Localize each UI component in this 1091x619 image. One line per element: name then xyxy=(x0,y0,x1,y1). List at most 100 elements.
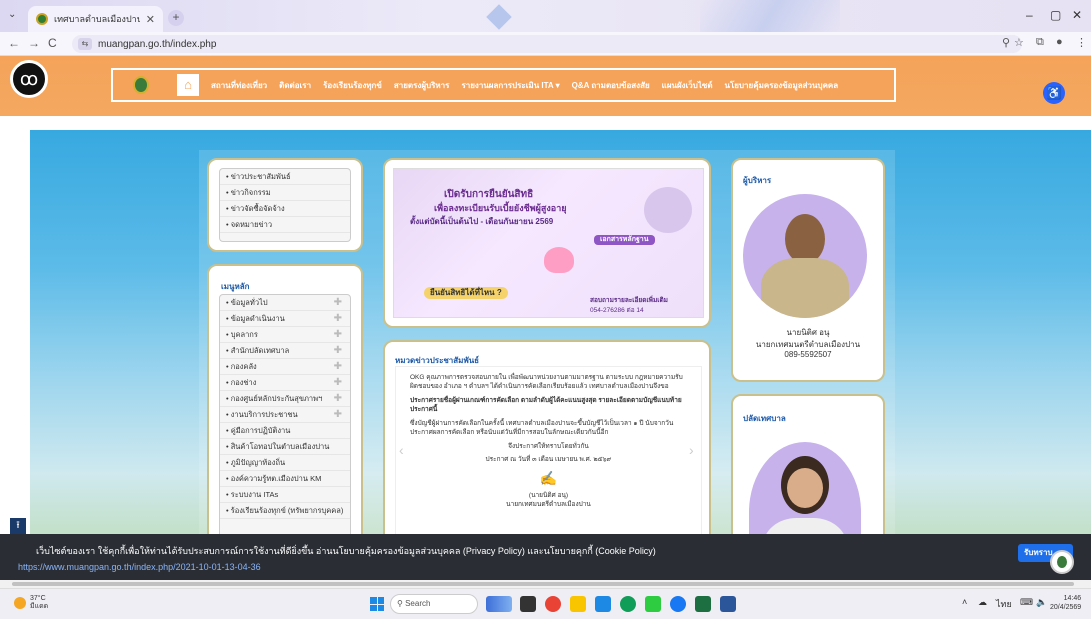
browser-tab-bar: ⌄ เทศบาลตำบลเมืองปาน จ.ลำปาง ✕ + – ▢ ✕ xyxy=(0,0,1091,32)
announcement-paragraph: OKG คุณภาพการตรวจสอบภายใน เพื่อพัฒนาหน่ว… xyxy=(410,374,683,391)
nav-link[interactable]: สถานที่ท่องเที่ยว xyxy=(211,79,267,92)
poster-subhead: เพื่อลงทะเบียนรับเบี้ยยังชีพผู้สูงอายุ xyxy=(434,203,567,213)
new-tab-button[interactable]: + xyxy=(168,10,184,26)
forward-arrow-icon[interactable]: → xyxy=(28,36,40,50)
theme-decoration xyxy=(486,4,512,30)
list-item[interactable]: • ข่าวจัดซื้อจัดจ้าง xyxy=(220,201,350,217)
list-item[interactable]: • จดหมายข่าว xyxy=(220,217,350,233)
poster-headline: เปิดรับการยืนยันสิทธิ xyxy=(444,189,534,200)
status-url: https://www.muangpan.go.th/index.php/202… xyxy=(18,562,261,572)
excel-icon[interactable] xyxy=(695,596,711,612)
menu-item[interactable]: • ระบบงาน ITAs xyxy=(220,487,350,503)
expand-plus-icon: ✚ xyxy=(333,313,342,324)
file-explorer-icon[interactable] xyxy=(570,596,586,612)
nav-link[interactable]: ร้องเรียนร้องทุกข์ xyxy=(323,79,382,92)
bookmark-star-icon[interactable]: ☆ xyxy=(1014,36,1024,49)
expand-plus-icon: ✚ xyxy=(333,409,342,420)
municipality-logo-icon[interactable] xyxy=(133,76,149,94)
scroll-up-button[interactable]: ⭱ xyxy=(10,518,26,534)
chrome-icon[interactable] xyxy=(545,596,561,612)
signer-name: (นายนิติศ อนุ) xyxy=(528,491,569,499)
menu-item[interactable]: • กองศูนย์หลักประกันสุขภาพฯ ✚ xyxy=(220,391,350,407)
windows-start-icon[interactable] xyxy=(370,597,384,611)
widget-icon[interactable] xyxy=(486,596,512,612)
announcement-paragraph: ประกาศรายชื่อผู้ผ่านเกณฑ์การคัดเลือก ตาม… xyxy=(410,396,682,414)
back-arrow-icon[interactable]: ← xyxy=(8,36,20,50)
taskbar-search[interactable]: ⚲ Search xyxy=(390,594,478,614)
facebook-icon[interactable] xyxy=(670,596,686,612)
announcement-document[interactable]: OKG คุณภาพการตรวจสอบภายใน เพื่อพัฒนาหน่ว… xyxy=(395,366,702,541)
menu-item[interactable]: • กองคลัง ✚ xyxy=(220,359,350,375)
expand-plus-icon: ✚ xyxy=(333,329,342,340)
word-icon[interactable] xyxy=(720,596,736,612)
nav-link[interactable]: แผนผังเว็บไซต์ xyxy=(662,79,713,92)
menu-item[interactable]: • ร้องเรียนร้องทุกข์ (ทรัพยากรบุคคล) xyxy=(220,503,350,519)
profile-avatar-icon[interactable]: ● xyxy=(1056,36,1063,48)
menu-item[interactable]: • งานบริการประชาชน ✚ xyxy=(220,407,350,423)
municipality-logo-icon[interactable] xyxy=(1050,550,1074,574)
carousel-prev-icon[interactable]: ‹ xyxy=(399,442,404,458)
reload-icon[interactable]: C xyxy=(48,36,57,50)
menu-item[interactable]: • สำนักปลัดเทศบาล ✚ xyxy=(220,343,350,359)
app-icon[interactable] xyxy=(595,596,611,612)
announcement-paragraph: ซึ่งบัญชีผู้ผ่านการคัดเลือกในครั้งนี้ เท… xyxy=(410,419,674,437)
menu-item[interactable]: • ข้อมูลทั่วไป ✚ xyxy=(220,295,350,311)
extensions-icon[interactable]: ⧉ xyxy=(1036,36,1044,49)
maximize-button[interactable]: ▢ xyxy=(1050,8,1061,22)
input-language[interactable]: ไทย xyxy=(996,597,1012,611)
tab-close-icon[interactable]: ✕ xyxy=(146,13,155,26)
menu-item[interactable]: • บุคลากร ✚ xyxy=(220,327,350,343)
weather-widget[interactable]: 37°C มีแดด xyxy=(14,595,48,610)
heart-icon xyxy=(544,247,574,273)
web-page: ꝏ ⌂ สถานที่ท่องเที่ยว ติดต่อเรา ร้องเรีย… xyxy=(0,56,1091,588)
browser-menu-icon[interactable]: ⋮ xyxy=(1076,36,1087,49)
browser-tab[interactable]: เทศบาลตำบลเมืองปาน จ.ลำปาง ✕ xyxy=(28,6,163,32)
theme-decoration xyxy=(700,0,840,32)
task-view-icon[interactable] xyxy=(520,596,536,612)
home-icon[interactable]: ⌂ xyxy=(177,74,199,96)
temperature: 37°C xyxy=(30,595,46,602)
cookie-consent-bar: เว็บไซต์ของเรา ใช้คุกกี้เพื่อให้ท่านได้ร… xyxy=(0,534,1091,580)
edge-icon[interactable] xyxy=(620,596,636,612)
menu-item[interactable]: • คู่มือการปฏิบัติงาน xyxy=(220,423,350,439)
url-text: muangpan.go.th/index.php xyxy=(98,38,217,50)
mourning-ribbon-badge: ꝏ xyxy=(6,60,52,100)
signer-title: นายกเทศมนตรีตำบลเมืองปาน xyxy=(506,501,591,509)
list-item[interactable]: • ข่าวกิจกรรม xyxy=(220,185,350,201)
weather-condition: มีแดด xyxy=(30,602,49,610)
main-menu-title: เมนูหลัก xyxy=(221,282,250,291)
accessibility-icon[interactable]: ♿ xyxy=(1043,82,1065,104)
announcement-date: ประกาศ ณ วันที่ ๓ เดือน เมษายน พ.ศ. ๒๕๖๙ xyxy=(485,455,612,463)
nav-link[interactable]: รายงานผลการประเมิน ITA ▾ xyxy=(461,79,559,92)
site-info-icon[interactable]: ⇆ xyxy=(78,38,92,50)
minimize-button[interactable]: – xyxy=(1026,8,1033,22)
zoom-icon[interactable]: ⚲ xyxy=(1002,36,1010,49)
nav-link[interactable]: Q&A ถามตอบข้อสงสัย xyxy=(572,79,650,92)
nav-link[interactable]: ติดต่อเรา xyxy=(279,79,311,92)
volume-icon[interactable]: 🔈 xyxy=(1036,597,1047,608)
menu-item[interactable]: • องค์ความรู้ทต.เมืองปาน KM xyxy=(220,471,350,487)
elderly-allowance-poster[interactable]: เปิดรับการยืนยันสิทธิ เพื่อลงทะเบียนรับเ… xyxy=(393,168,704,318)
line-icon[interactable] xyxy=(645,596,661,612)
tab-search-icon[interactable]: ⌄ xyxy=(8,9,22,23)
list-item[interactable]: • ข่าวประชาสัมพันธ์ xyxy=(220,169,350,185)
poster-period: ตั้งแต่บัดนี้เป็นต้นไป - เดือนกันยายน 25… xyxy=(410,217,554,226)
content-container: • ข่าวประชาสัมพันธ์ • ข่าวกิจกรรม • ข่าว… xyxy=(199,150,895,588)
signature-mark: ✍ xyxy=(539,470,558,487)
poster-question: ยืนยันสิทธิได้ที่ไหน ? xyxy=(424,287,508,299)
nav-link[interactable]: นโยบายคุ้มครองข้อมูลส่วนบุคคล xyxy=(725,79,839,92)
nav-link[interactable]: สายตรงผู้บริหาร xyxy=(394,79,450,92)
menu-item[interactable]: • ข้อมูลดำเนินงาน ✚ xyxy=(220,311,350,327)
network-icon[interactable]: ⌨ xyxy=(1020,597,1033,608)
menu-item[interactable]: • สินค้าโอทอปในตำบลเมืองปาน xyxy=(220,439,350,455)
tray-chevron-icon[interactable]: ˄ xyxy=(962,597,967,607)
menu-item[interactable]: • ภูมิปัญญาท้องถิ่น xyxy=(220,455,350,471)
url-field[interactable]: ⇆ muangpan.go.th/index.php xyxy=(72,35,1022,53)
menu-item[interactable]: • กองช่าง ✚ xyxy=(220,375,350,391)
close-window-button[interactable]: ✕ xyxy=(1072,8,1082,22)
carousel-next-icon[interactable]: › xyxy=(689,442,694,458)
horizontal-scrollbar[interactable] xyxy=(0,580,1091,588)
cloud-icon[interactable]: ☁ xyxy=(978,597,987,608)
top-navigation: ⌂ สถานที่ท่องเที่ยว ติดต่อเรา ร้องเรียนร… xyxy=(111,68,896,102)
system-clock[interactable]: 14:46 20/4/2569 xyxy=(1050,594,1081,612)
